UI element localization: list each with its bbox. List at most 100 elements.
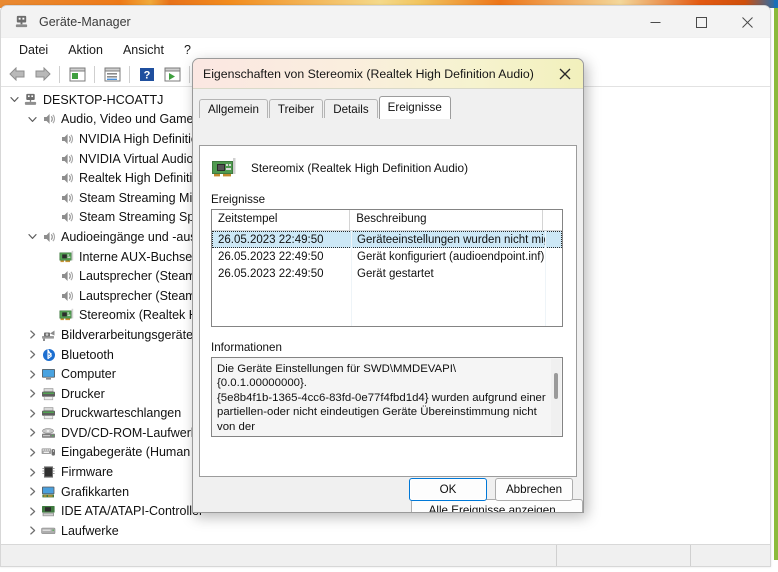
chevron-right-icon[interactable] — [25, 330, 40, 340]
events-group-label: Ereignisse — [211, 193, 266, 206]
window-controls — [632, 6, 770, 38]
desktop-background-edge — [774, 0, 778, 572]
events-header-row: Zeitstempel Beschreibung — [212, 210, 562, 231]
tree-node-label: Druckwarteschlangen — [61, 406, 182, 421]
menu-ansicht[interactable]: Ansicht — [113, 41, 174, 59]
chevron-right-icon[interactable] — [25, 507, 40, 516]
ok-button[interactable]: OK — [409, 478, 487, 501]
statusbar-cell-tertiary — [691, 545, 770, 566]
dialog-footer-buttons: OK Abbrechen — [409, 478, 573, 501]
chevron-right-icon[interactable] — [25, 487, 40, 496]
chevron-right-icon[interactable] — [25, 467, 40, 477]
tree-node[interactable]: Laufwerke — [1, 521, 770, 541]
toolbar-separator — [59, 65, 60, 83]
tab-treiber[interactable]: Treiber — [268, 99, 324, 118]
chevron-down-icon[interactable] — [7, 95, 22, 104]
tab-details[interactable]: Details — [324, 99, 378, 118]
tab-panel-ereignisse: Stereomix (Realtek High Definition Audio… — [199, 145, 577, 477]
display-adapter-icon — [40, 485, 57, 499]
properties-icon[interactable] — [65, 63, 89, 85]
dialog-close-icon[interactable] — [549, 61, 581, 87]
chevron-right-icon[interactable] — [25, 448, 40, 457]
speaker-icon — [58, 269, 75, 283]
information-text: Die Geräte Einstellungen für SWD\MMDEVAP… — [217, 363, 546, 436]
chevron-right-icon[interactable] — [25, 526, 40, 535]
device-manager-icon — [13, 14, 29, 30]
event-description: Gerät konfiguriert (audioendpoint.inf) — [357, 250, 545, 263]
audio-card-icon — [211, 157, 237, 179]
scan-hardware-icon[interactable] — [160, 63, 184, 85]
properties-dialog: Eigenschaften von Stereomix (Realtek Hig… — [192, 58, 584, 513]
tree-node-label: Drucker — [61, 386, 105, 401]
computer-root-icon — [22, 92, 39, 107]
column-header-zeitstempel[interactable]: Zeitstempel — [212, 210, 351, 231]
forward-icon[interactable] — [30, 63, 54, 85]
event-timestamp: 26.05.2023 22:49:50 — [218, 233, 324, 246]
dialog-title: Eigenschaften von Stereomix (Realtek Hig… — [203, 66, 534, 81]
menu-aktion[interactable]: Aktion — [58, 41, 113, 59]
speaker-icon — [58, 191, 75, 205]
listbox-gridline — [545, 231, 546, 326]
speaker-icon — [58, 171, 75, 185]
event-row[interactable]: 26.05.2023 22:49:50 Geräteeinstellungen w… — [212, 231, 562, 248]
event-timestamp: 26.05.2023 22:49:50 — [218, 267, 324, 280]
column-header-spacer — [543, 210, 562, 231]
tab-ereignisse[interactable]: Ereignisse — [378, 96, 451, 119]
tree-node-label: DVD/CD-ROM-Laufwerke — [61, 425, 205, 440]
chevron-right-icon[interactable] — [25, 370, 40, 379]
window-title: Geräte-Manager — [39, 14, 131, 29]
hid-icon — [40, 445, 57, 459]
dialog-titlebar[interactable]: Eigenschaften von Stereomix (Realtek Hig… — [193, 59, 583, 89]
camera-icon — [40, 328, 57, 342]
device-name: Stereomix (Realtek High Definition Audio… — [251, 161, 469, 175]
disc-drive-icon — [40, 426, 57, 440]
ide-controller-icon — [40, 504, 57, 518]
chevron-right-icon[interactable] — [25, 409, 40, 418]
drive-icon — [40, 525, 57, 537]
toolbar-separator — [129, 65, 130, 83]
audio-card-icon — [58, 308, 75, 322]
events-listbox[interactable]: Zeitstempel Beschreibung 26.05.2023 22:4… — [211, 209, 563, 327]
information-box[interactable]: Die Geräte Einstellungen für SWD\MMDEVAP… — [211, 357, 563, 437]
tab-allgemein[interactable]: Allgemein — [199, 99, 268, 118]
tree-node-label: Computer — [61, 367, 116, 382]
event-row[interactable]: 26.05.2023 22:49:50 Gerät konfiguriert (a… — [212, 248, 562, 265]
menu-hilfe[interactable]: ? — [174, 41, 201, 59]
statusbar-cell-secondary — [557, 545, 691, 566]
screen: Geräte-Manager Datei Aktion Ansicht ? ? … — [0, 0, 778, 572]
bluetooth-icon — [40, 348, 57, 362]
printer-icon — [40, 387, 57, 401]
chevron-down-icon[interactable] — [25, 115, 40, 124]
device-header: Stereomix (Realtek High Definition Audio… — [200, 146, 576, 179]
information-scroll-thumb[interactable] — [554, 373, 558, 399]
info-group-label: Informationen — [211, 341, 282, 354]
speaker-icon — [58, 152, 75, 166]
back-icon[interactable] — [5, 63, 29, 85]
close-button[interactable] — [724, 6, 770, 38]
chevron-right-icon[interactable] — [25, 350, 40, 359]
tree-node-label: Bluetooth — [61, 347, 114, 362]
chevron-right-icon[interactable] — [25, 389, 40, 398]
help-icon[interactable]: ? — [135, 63, 159, 85]
chevron-right-icon[interactable] — [25, 428, 40, 437]
view-details-icon[interactable] — [100, 63, 124, 85]
toolbar-separator — [189, 65, 190, 83]
menu-datei[interactable]: Datei — [9, 41, 58, 59]
information-scrollbar[interactable] — [551, 359, 561, 435]
window-titlebar[interactable]: Geräte-Manager — [1, 6, 770, 38]
printer-icon — [40, 406, 57, 420]
event-row[interactable]: 26.05.2023 22:49:50 Gerät gestartet — [212, 265, 562, 282]
event-description: Geräteeinstellungen wurden nicht mig... — [357, 233, 545, 246]
cancel-button[interactable]: Abbrechen — [495, 478, 573, 501]
speaker-icon — [40, 230, 57, 244]
listbox-gridline — [351, 231, 352, 326]
speaker-icon — [58, 289, 75, 303]
minimize-button[interactable] — [632, 6, 678, 38]
monitor-icon — [40, 367, 57, 381]
show-all-events-button[interactable]: Alle Ereignisse anzeigen... — [411, 499, 583, 512]
tree-node-label: Firmware — [61, 465, 114, 480]
svg-text:?: ? — [144, 69, 151, 81]
maximize-button[interactable] — [678, 6, 724, 38]
chevron-down-icon[interactable] — [25, 232, 40, 241]
column-header-beschreibung[interactable]: Beschreibung — [350, 210, 544, 231]
